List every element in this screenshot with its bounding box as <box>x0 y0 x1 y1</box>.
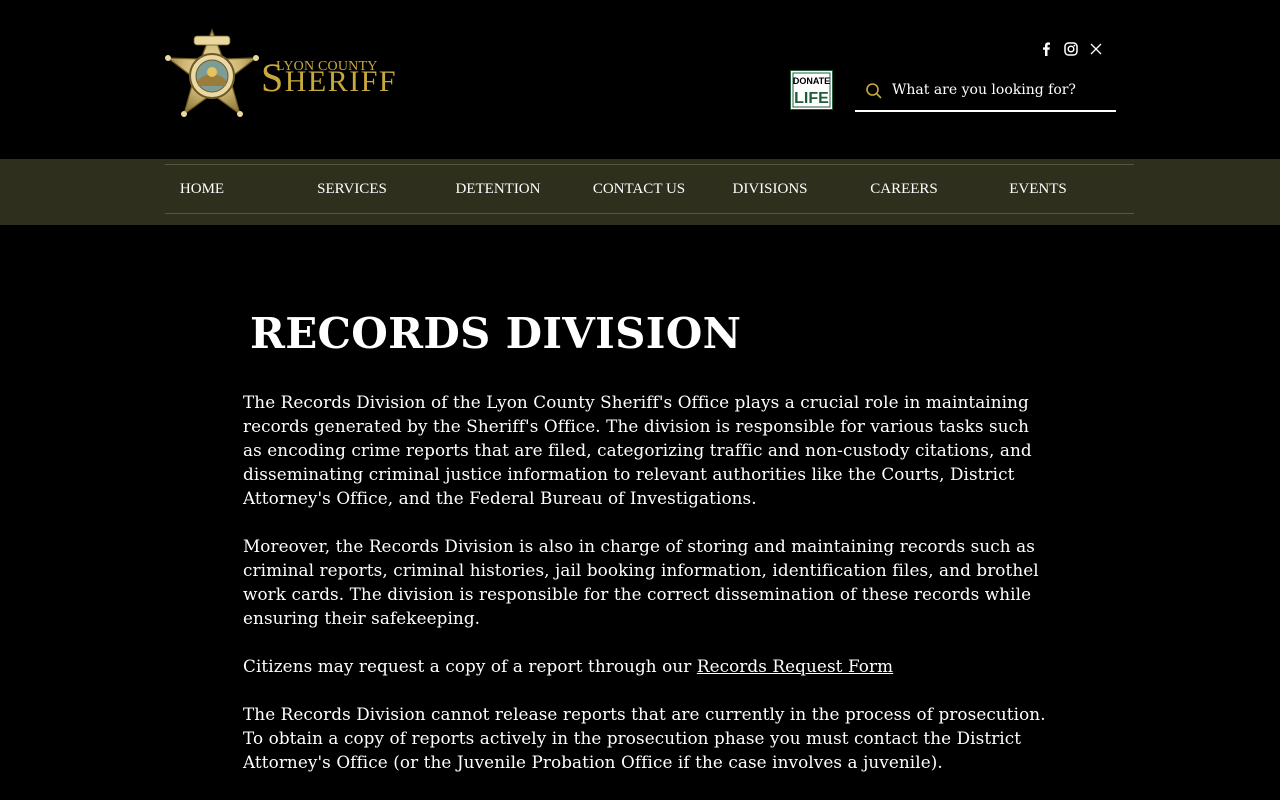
search-icon[interactable] <box>865 82 883 100</box>
nav-item-home[interactable]: HOME <box>165 165 239 213</box>
nav-item-services[interactable]: SERVICES <box>305 165 399 213</box>
prosecution-paragraph: The Records Division cannot release repo… <box>243 704 1046 772</box>
records-request-form-link[interactable]: Records Request Form <box>697 656 893 676</box>
intro-paragraph: The Records Division of the Lyon County … <box>243 392 1032 508</box>
facebook-icon[interactable] <box>1038 41 1054 57</box>
nav-item-detention[interactable]: DETENTION <box>448 165 548 213</box>
instagram-icon[interactable] <box>1063 41 1079 57</box>
main-content: RECORDS DIVISION The Records Division of… <box>243 300 1053 774</box>
search-bar <box>855 72 1116 112</box>
request-paragraph: Citizens may request a copy of a report … <box>243 654 1053 678</box>
page-title: RECORDS DIVISION <box>250 309 742 358</box>
request-text: Citizens may request a copy of a report … <box>243 656 697 676</box>
life-text: LIFE <box>794 90 829 107</box>
nav-item-careers[interactable]: CAREERS <box>862 165 946 213</box>
donate-text: DONATE <box>793 76 830 86</box>
nav-inner: HOME SERVICES DETENTION CONTACT US DIVIS… <box>165 164 1134 214</box>
storage-paragraph: Moreover, the Records Division is also i… <box>243 536 1039 628</box>
sheriff-logo[interactable]: LYON COUNTY SHERIFF <box>164 28 404 124</box>
nav-item-divisions[interactable]: DIVISIONS <box>725 165 815 213</box>
logo-sheriff-text: SHERIFF <box>261 58 397 102</box>
main-nav: HOME SERVICES DETENTION CONTACT US DIVIS… <box>0 159 1280 225</box>
site-header: LYON COUNTY SHERIFF DONATE LIFE <box>0 0 1280 159</box>
logo-sheriff-rest: HERIFF <box>284 65 398 98</box>
x-twitter-icon[interactable] <box>1088 41 1104 57</box>
logo-sheriff-initial: S <box>261 55 285 100</box>
social-links <box>1038 41 1104 57</box>
nav-item-contact-us[interactable]: CONTACT US <box>586 165 692 213</box>
nav-item-events[interactable]: EVENTS <box>1001 165 1075 213</box>
donate-life-badge[interactable]: DONATE LIFE <box>790 70 833 110</box>
sheriff-badge-icon <box>165 28 259 117</box>
search-input[interactable] <box>892 78 1107 102</box>
